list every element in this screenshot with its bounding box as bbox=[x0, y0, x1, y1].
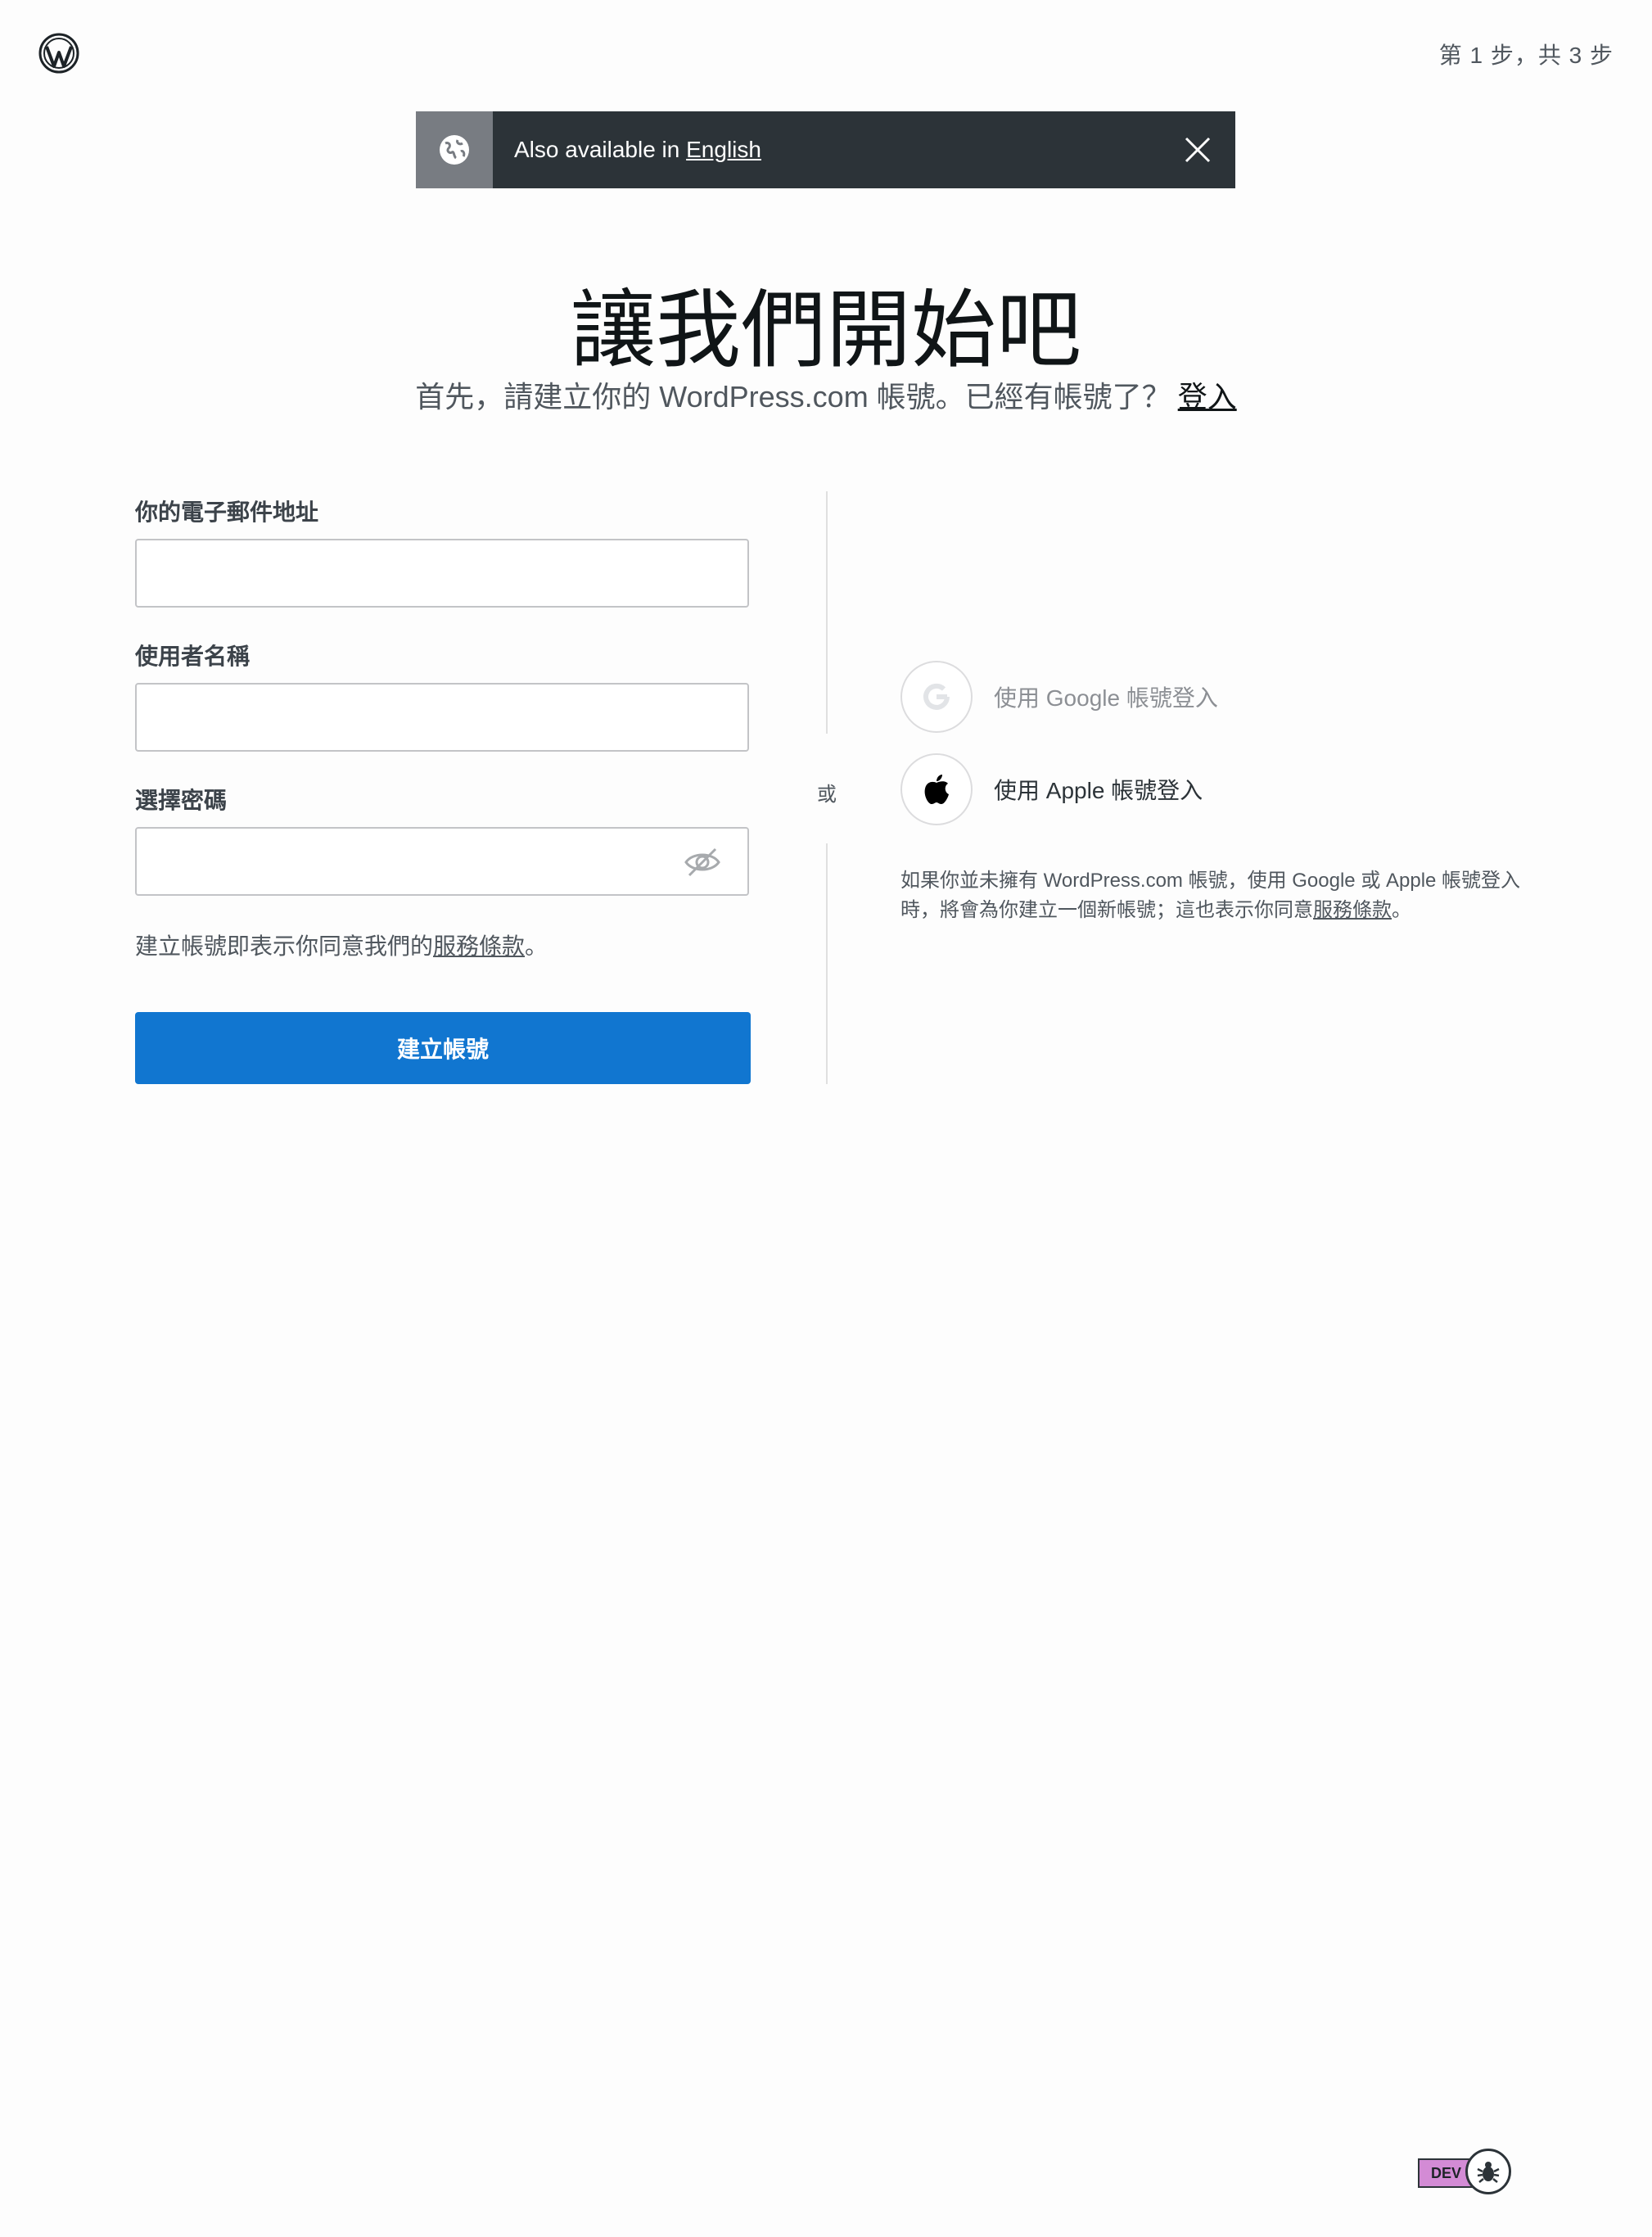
notice-text: Also available in English bbox=[514, 137, 1173, 163]
google-login-label: 使用 Google 帳號登入 bbox=[994, 685, 1218, 711]
page-subtitle: 首先，請建立你的 WordPress.com 帳號。已經有帳號了？ 登入 bbox=[0, 373, 1652, 416]
divider-bottom bbox=[826, 843, 828, 1084]
page-title: 讓我們開始吧 bbox=[570, 280, 1081, 380]
terms-link[interactable]: 服務條款 bbox=[433, 933, 525, 959]
bug-icon bbox=[1477, 2162, 1500, 2183]
social-note-prefix: 如果你並未擁有 WordPress.com 帳號，使用 Google 或 App… bbox=[900, 870, 1521, 921]
password-label: 選擇密碼 bbox=[135, 788, 228, 813]
social-note: 如果你並未擁有 WordPress.com 帳號，使用 Google 或 App… bbox=[900, 866, 1523, 925]
email-label: 你的電子郵件地址 bbox=[135, 499, 319, 525]
google-login-button[interactable]: 使用 Google 帳號登入 bbox=[900, 661, 1218, 733]
eye-slash-icon[interactable] bbox=[681, 841, 724, 884]
close-notice-button[interactable] bbox=[1173, 125, 1222, 174]
globe-icon bbox=[440, 135, 469, 165]
create-account-button[interactable]: 建立帳號 bbox=[135, 1012, 751, 1084]
apple-login-label: 使用 Apple 帳號登入 bbox=[994, 778, 1203, 803]
english-link[interactable]: English bbox=[686, 137, 761, 162]
password-input[interactable] bbox=[135, 827, 749, 896]
terms-suffix: 。 bbox=[525, 933, 548, 959]
language-notice: Also available in English bbox=[416, 111, 1235, 188]
step-indicator: 第 1 步，共 3 步 bbox=[1438, 43, 1614, 68]
terms-prefix: 建立帳號即表示你同意我們的 bbox=[135, 933, 434, 959]
google-icon bbox=[923, 683, 950, 710]
social-terms-link[interactable]: 服務條款 bbox=[1313, 899, 1392, 921]
google-icon-circle bbox=[900, 661, 973, 733]
close-icon bbox=[1185, 137, 1211, 163]
login-link[interactable]: 登入 bbox=[1178, 380, 1237, 414]
bug-report-button[interactable] bbox=[1465, 2149, 1511, 2194]
username-label: 使用者名稱 bbox=[135, 644, 251, 669]
username-input[interactable] bbox=[135, 683, 749, 752]
apple-login-button[interactable]: 使用 Apple 帳號登入 bbox=[900, 753, 1203, 825]
social-note-suffix: 。 bbox=[1392, 899, 1411, 921]
terms-text: 建立帳號即表示你同意我們的服務條款。 bbox=[135, 929, 548, 961]
subtitle-text: 首先，請建立你的 WordPress.com 帳號。已經有帳號了？ bbox=[415, 380, 1171, 414]
apple-icon bbox=[924, 775, 949, 804]
email-input[interactable] bbox=[135, 539, 749, 608]
globe-icon-box bbox=[416, 111, 493, 188]
notice-prefix: Also available in bbox=[514, 137, 687, 162]
divider-top bbox=[826, 491, 828, 734]
wordpress-logo-icon[interactable] bbox=[38, 33, 79, 74]
or-separator: 或 bbox=[817, 784, 837, 806]
apple-icon-circle bbox=[900, 753, 973, 825]
